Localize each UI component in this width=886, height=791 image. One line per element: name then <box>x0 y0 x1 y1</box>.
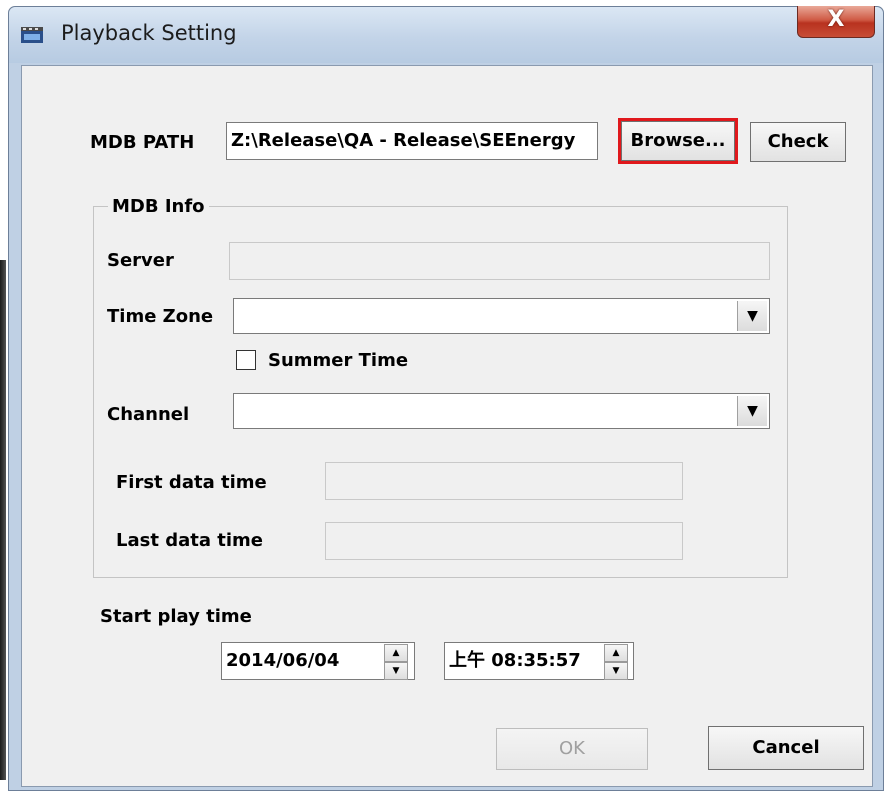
mdb-path-input[interactable]: Z:\Release\QA - Release\SEEnergy <box>226 122 598 160</box>
start-play-time-label: Start play time <box>100 606 252 627</box>
spin-down-icon[interactable]: ▼ <box>604 662 628 680</box>
ok-button[interactable]: OK <box>496 728 648 770</box>
dialog-client-area: MDB PATH Z:\Release\QA - Release\SEEnerg… <box>21 65 873 787</box>
window-title: Playback Setting <box>61 21 237 45</box>
spin-up-icon[interactable]: ▲ <box>604 644 628 662</box>
chevron-down-icon[interactable]: ▼ <box>737 396 767 426</box>
mdb-info-group-title: MDB Info <box>108 196 209 217</box>
mdb-path-label: MDB PATH <box>90 132 195 153</box>
time-spinner[interactable]: ▲ ▼ <box>604 644 628 680</box>
close-button[interactable]: X <box>797 6 875 38</box>
server-field <box>229 242 770 280</box>
channel-select[interactable]: ▼ <box>233 393 770 429</box>
date-spinner[interactable]: ▲ ▼ <box>384 644 408 680</box>
server-label: Server <box>107 250 174 271</box>
first-data-time-field <box>325 462 683 500</box>
film-icon <box>21 27 43 43</box>
channel-label: Channel <box>107 404 190 425</box>
last-data-time-label: Last data time <box>116 530 263 551</box>
close-icon: X <box>827 7 845 32</box>
summer-time-checkbox[interactable] <box>236 350 256 370</box>
time-zone-label: Time Zone <box>107 306 214 327</box>
title-bar[interactable]: Playback Setting X <box>9 6 883 63</box>
last-data-time-field <box>325 522 683 560</box>
browse-button[interactable]: Browse... <box>618 118 738 164</box>
spin-down-icon[interactable]: ▼ <box>384 662 408 680</box>
playback-setting-dialog: Playback Setting X MDB PATH Z:\Release\Q… <box>8 6 884 791</box>
chevron-down-icon[interactable]: ▼ <box>737 301 767 331</box>
desktop-edge-stripe <box>0 260 6 780</box>
spin-up-icon[interactable]: ▲ <box>384 644 408 662</box>
time-zone-select[interactable]: ▼ <box>233 298 770 334</box>
check-button[interactable]: Check <box>750 122 846 162</box>
first-data-time-label: First data time <box>116 472 267 493</box>
summer-time-label: Summer Time <box>268 350 409 371</box>
cancel-button[interactable]: Cancel <box>708 726 864 770</box>
